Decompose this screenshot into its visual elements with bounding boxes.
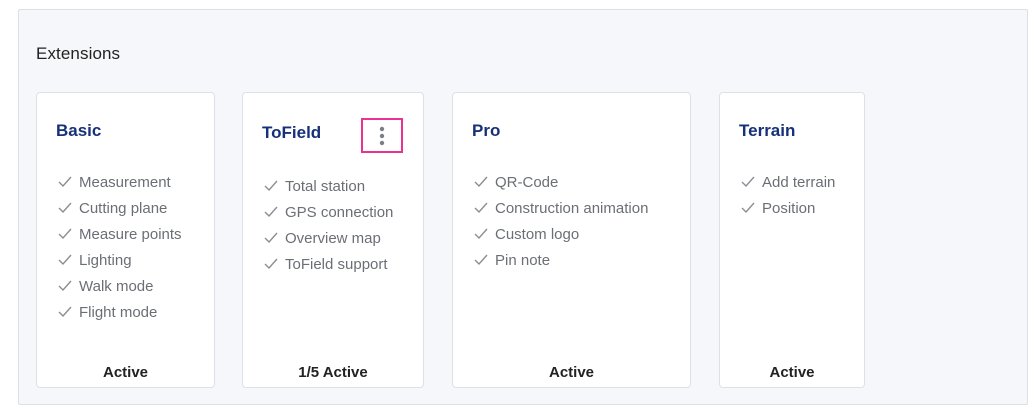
feature-label: Construction animation	[495, 199, 649, 217]
feature-label: Overview map	[285, 229, 381, 247]
feature-label: Measure points	[79, 225, 182, 243]
check-icon	[264, 258, 278, 270]
extension-card-pro: Pro QR-Code Construction animation Custo…	[452, 92, 691, 388]
card-title[interactable]: ToField	[262, 123, 321, 143]
feature-item: Custom logo	[473, 221, 648, 247]
feature-item: Overview map	[263, 225, 393, 251]
check-icon	[474, 202, 488, 214]
feature-item: GPS connection	[263, 199, 393, 225]
feature-list: Total station GPS connection Overview ma…	[263, 173, 393, 277]
feature-label: ToField support	[285, 255, 388, 273]
feature-item: QR-Code	[473, 169, 648, 195]
check-icon	[741, 202, 755, 214]
check-icon	[58, 280, 72, 292]
check-icon	[741, 176, 755, 188]
feature-list: Measurement Cutting plane Measure points…	[57, 169, 182, 325]
feature-item: Position	[740, 195, 835, 221]
feature-label: Walk mode	[79, 277, 154, 295]
status-label: Active	[102, 364, 149, 381]
check-icon	[58, 202, 72, 214]
extension-card-basic: Basic Measurement Cutting plane Measure …	[36, 92, 215, 388]
status-label: Active	[769, 364, 815, 381]
feature-item: Flight mode	[57, 299, 182, 325]
feature-list: QR-Code Construction animation Custom lo…	[473, 169, 648, 273]
feature-item: Measurement	[57, 169, 182, 195]
feature-item: Construction animation	[473, 195, 648, 221]
feature-label: Add terrain	[762, 173, 836, 191]
status-label: 1/5 Active	[298, 364, 368, 381]
feature-item: Lighting	[57, 247, 182, 273]
card-title[interactable]: Basic	[56, 121, 101, 141]
feature-item: Pin note	[473, 247, 648, 273]
feature-item: Add terrain	[740, 169, 835, 195]
check-icon	[58, 306, 72, 318]
feature-label: GPS connection	[285, 203, 394, 221]
feature-item: ToField support	[263, 251, 393, 277]
check-icon	[264, 206, 278, 218]
feature-list: Add terrain Position	[740, 169, 835, 221]
feature-label: Pin note	[495, 251, 551, 269]
extensions-panel: Extensions Basic Measurement Cutting pla…	[18, 9, 1028, 405]
check-icon	[474, 228, 488, 240]
feature-label: Cutting plane	[79, 199, 168, 217]
feature-label: QR-Code	[495, 173, 559, 191]
feature-label: Total station	[285, 177, 366, 195]
feature-label: Flight mode	[79, 303, 158, 321]
feature-item: Measure points	[57, 221, 182, 247]
panel-title: Extensions	[36, 44, 121, 63]
check-icon	[264, 180, 278, 192]
check-icon	[58, 254, 72, 266]
feature-item: Total station	[263, 173, 393, 199]
more-vertical-icon	[379, 126, 385, 145]
status-label: Active	[548, 364, 595, 381]
feature-label: Measurement	[79, 173, 171, 191]
more-options-button[interactable]	[361, 118, 403, 153]
check-icon	[474, 254, 488, 266]
feature-item: Cutting plane	[57, 195, 182, 221]
feature-label: Custom logo	[495, 225, 580, 243]
extension-card-terrain: Terrain Add terrain Position Active	[719, 92, 865, 388]
check-icon	[58, 228, 72, 240]
check-icon	[264, 232, 278, 244]
check-icon	[474, 176, 488, 188]
feature-label: Position	[762, 199, 816, 217]
card-title[interactable]: Terrain	[739, 121, 795, 141]
card-title[interactable]: Pro	[472, 121, 500, 141]
extension-card-tofield: ToField Total station GPS connection Ove…	[242, 92, 424, 388]
feature-label: Lighting	[79, 251, 132, 269]
check-icon	[58, 176, 72, 188]
feature-item: Walk mode	[57, 273, 182, 299]
